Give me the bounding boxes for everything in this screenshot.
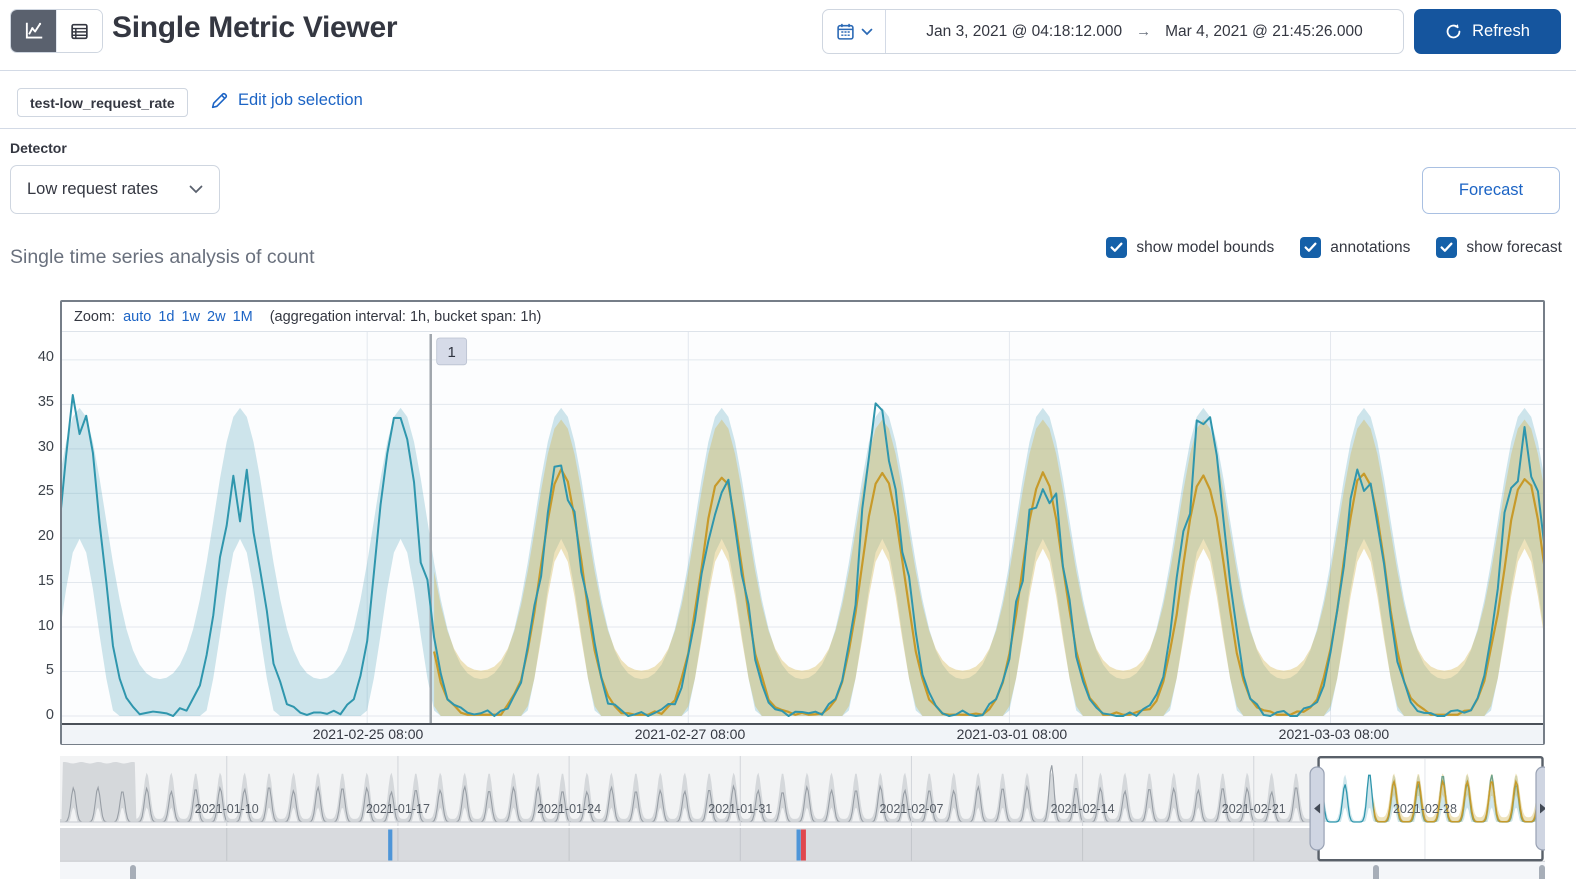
time-range-display: Jan 3, 2021 @ 04:18:12.000 → Mar 4, 2021…: [886, 10, 1403, 53]
job-badge: test-low_request_rate: [17, 88, 188, 117]
y-tick-label: 35: [37, 393, 54, 410]
data-table-icon: [69, 21, 90, 42]
focus-chart-svg: 1: [62, 332, 1543, 723]
svg-text:1: 1: [448, 344, 456, 361]
context-tick-label: 2021-01-10: [195, 802, 259, 816]
toggle-label: show model bounds: [1136, 238, 1275, 256]
select-chevron-down-icon: [189, 185, 203, 194]
annotation-marker[interactable]: [1372, 865, 1379, 879]
detector-label: Detector: [10, 140, 67, 156]
zoom-bar: Zoom: auto 1d 1w 2w 1M (aggregation interval…: [62, 302, 1543, 332]
y-tick-label: 40: [37, 349, 54, 365]
zoom-option-1M[interactable]: 1M: [233, 309, 253, 325]
zoom-label: Zoom:: [74, 308, 116, 325]
time-range-arrow: →: [1136, 23, 1152, 40]
toggle-show-model-bounds[interactable]: show model bounds: [1106, 237, 1274, 258]
job-bar-divider: [0, 128, 1576, 129]
checkbox-icon: [1300, 237, 1322, 258]
toggle-label: show forecast: [1466, 238, 1562, 256]
y-tick-label: 25: [37, 483, 54, 500]
context-tick-label: 2021-01-31: [708, 802, 772, 816]
chevron-down-icon: [861, 28, 873, 36]
chart-option-toggles: show model bounds annotations show forecas…: [1106, 237, 1562, 258]
swimlane-anomaly-cell-minor[interactable]: [388, 829, 393, 861]
aggregation-info: (aggregation interval: 1h, bucket span: …: [269, 308, 542, 325]
refresh-label: Refresh: [1472, 22, 1530, 40]
context-tick-label: 2021-01-17: [366, 802, 430, 816]
y-tick-label: 0: [45, 707, 54, 723]
annotation-marker[interactable]: [1538, 865, 1545, 879]
y-tick-label: 10: [37, 617, 54, 634]
view-toggle-group: [10, 9, 103, 53]
forecast-button[interactable]: Forecast: [1422, 167, 1560, 214]
annotation-badge[interactable]: 1: [436, 337, 468, 366]
x-tick-label: 2021-03-03 08:00: [1278, 726, 1390, 742]
x-tick-label: 2021-02-27 08:00: [634, 726, 746, 742]
focus-chart-container: Zoom: auto 1d 1w 2w 1M (aggregation interval…: [60, 300, 1545, 745]
x-tick-label: 2021-02-25 08:00: [312, 726, 424, 742]
swimlane-anomaly-cell-critical[interactable]: [800, 829, 806, 861]
y-tick-label: 20: [37, 528, 54, 544]
brush-left-handle[interactable]: [1309, 766, 1325, 851]
context-tick-label: 2021-02-07: [879, 802, 943, 816]
pencil-icon: [210, 91, 229, 110]
brush-right-handle[interactable]: [1535, 766, 1545, 851]
context-chart-svg[interactable]: 2021-01-10 2021-01-17 2021-01-24 2021-01-31…: [60, 756, 1545, 862]
focus-plot-area: 1: [62, 332, 1543, 723]
refresh-button[interactable]: Refresh: [1414, 9, 1561, 54]
zoom-option-2w[interactable]: 2w: [207, 309, 226, 325]
swimlane-anomaly-cell-minor[interactable]: [796, 829, 801, 861]
single-metric-viewer-app: Single Metric Viewer Jan 3, 2021 @ 04:18…: [0, 0, 1576, 879]
y-tick-label: 5: [45, 662, 54, 679]
y-tick-label: 15: [37, 572, 54, 589]
toggle-label: annotations: [1330, 238, 1411, 256]
toggle-show-forecast[interactable]: show forecast: [1436, 237, 1562, 258]
time-range-start[interactable]: Jan 3, 2021 @ 04:18:12.000: [926, 23, 1122, 41]
annotations-strip[interactable]: [60, 862, 1545, 879]
line-chart-icon: [23, 20, 45, 42]
table-view-button[interactable]: [56, 10, 102, 52]
zoom-option-auto[interactable]: auto: [123, 309, 151, 325]
context-chart-container[interactable]: 2021-01-10 2021-01-17 2021-01-24 2021-01-31…: [60, 756, 1545, 862]
refresh-icon: [1445, 23, 1462, 40]
time-range-end[interactable]: Mar 4, 2021 @ 21:45:26.000: [1165, 23, 1363, 41]
y-tick-label: 30: [37, 438, 54, 455]
checkbox-icon: [1436, 237, 1458, 258]
annotation-marker[interactable]: [129, 865, 136, 879]
x-tick-label: 2021-03-01 08:00: [956, 726, 1068, 742]
edit-job-selection-label: Edit job selection: [238, 91, 363, 109]
date-picker-quick-menu[interactable]: [823, 10, 886, 53]
zoom-option-1d[interactable]: 1d: [158, 309, 174, 325]
calendar-icon: [836, 22, 855, 41]
header-divider: [0, 70, 1576, 71]
time-range-picker: Jan 3, 2021 @ 04:18:12.000 → Mar 4, 2021…: [822, 9, 1404, 54]
toggle-annotations[interactable]: annotations: [1300, 237, 1410, 258]
context-tick-label: 2021-02-28: [1393, 802, 1457, 816]
focus-x-axis: 2021-02-25 08:00 2021-02-27 08:00 2021-03-…: [62, 723, 1543, 744]
detector-selected-value: Low request rates: [27, 180, 159, 198]
context-tick-label: 2021-01-24: [537, 802, 601, 816]
context-tick-label: 2021-02-14: [1051, 802, 1115, 816]
detector-select[interactable]: Low request rates: [10, 165, 220, 214]
zoom-links: auto 1d 1w 2w 1M: [123, 309, 260, 325]
series-heading: Single time series analysis of count: [10, 246, 315, 268]
checkbox-icon: [1106, 237, 1128, 258]
chart-view-button[interactable]: [11, 10, 56, 52]
zoom-option-1w[interactable]: 1w: [181, 309, 200, 325]
context-tick-label: 2021-02-21: [1222, 802, 1286, 816]
edit-job-selection-link[interactable]: Edit job selection: [210, 91, 363, 110]
page-title: Single Metric Viewer: [112, 11, 398, 44]
